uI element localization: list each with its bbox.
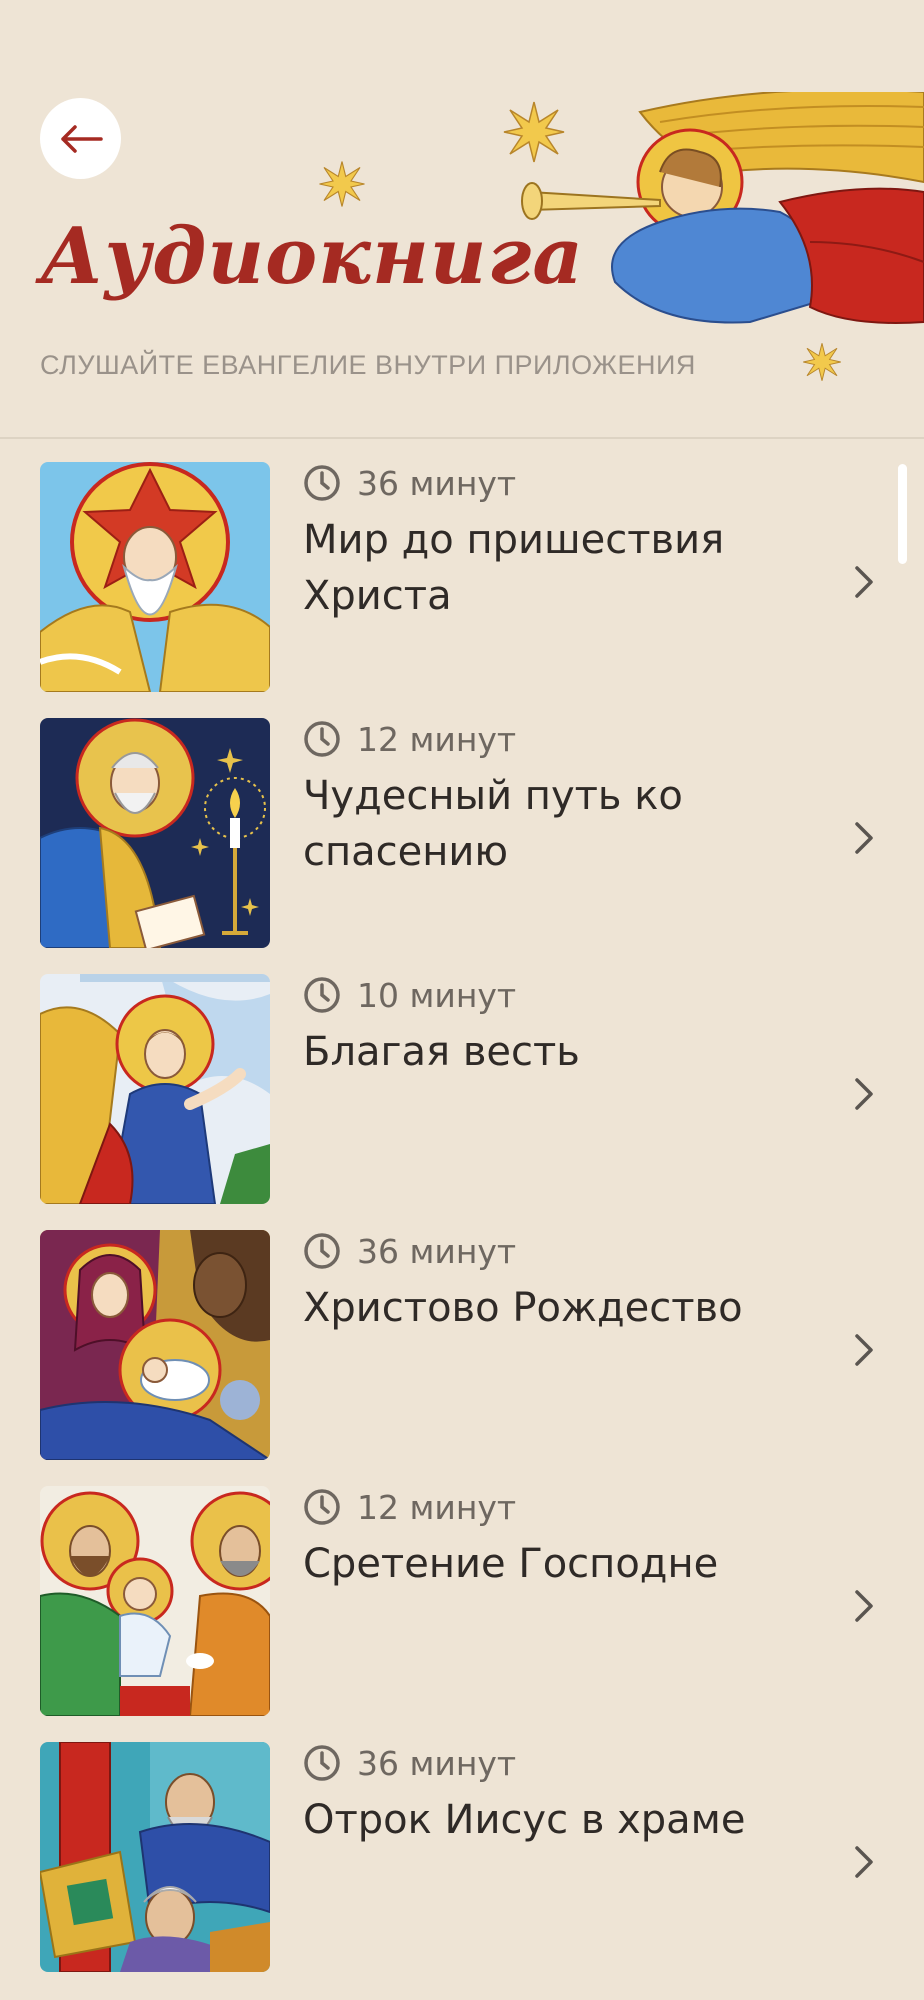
duration: 12 минут: [303, 718, 516, 760]
list-item[interactable]: 36 минут Христово Рождество: [0, 1230, 924, 1462]
page-subtitle: СЛУШАЙТЕ ЕВАНГЕЛИЕ ВНУТРИ ПРИЛОЖЕНИЯ: [40, 350, 696, 380]
nativity-illustration: [40, 1230, 270, 1460]
duration-text: 10 минут: [357, 975, 517, 1015]
clock-icon: [304, 465, 340, 501]
chevron-right-icon: [855, 1590, 873, 1622]
duration-text: 36 минут: [357, 1743, 517, 1783]
back-button[interactable]: [40, 98, 121, 179]
duration-text: 12 минут: [357, 1487, 517, 1527]
evangelist-writing-illustration: [40, 718, 270, 948]
header-divider: [0, 437, 924, 439]
item-title: Благая весть: [303, 1029, 580, 1075]
arrow-left-icon: [60, 124, 103, 153]
star-icon: [803, 343, 841, 381]
chevron-right-icon: [855, 822, 873, 854]
item-title: Христово Рождество: [303, 1285, 743, 1331]
list-item[interactable]: 36 минут Отрок Иисус в храме: [0, 1742, 924, 1974]
duration: 36 минут: [303, 1230, 516, 1272]
chevron-right-icon: [855, 1078, 873, 1110]
list-item[interactable]: 10 минут Благая весть: [0, 974, 924, 1206]
duration-text: 36 минут: [357, 1231, 517, 1271]
list-item[interactable]: 12 минут Чудесный путь ко спасению: [0, 718, 924, 950]
duration: 36 минут: [303, 462, 516, 504]
clock-icon: [304, 1745, 340, 1781]
clock-icon: [304, 1233, 340, 1269]
chevron-right-icon: [855, 566, 873, 598]
clock-icon: [304, 721, 340, 757]
item-title: Мир до пришествия Христа: [303, 517, 725, 619]
chevron-right-icon: [855, 1334, 873, 1366]
item-title: Чудесный путь ко спасению: [303, 773, 683, 875]
duration-text: 36 минут: [357, 463, 517, 503]
clock-icon: [304, 1489, 340, 1525]
duration: 36 минут: [303, 1742, 516, 1784]
young-jesus-temple-illustration: [40, 1742, 270, 1972]
duration: 10 минут: [303, 974, 516, 1016]
duration-text: 12 минут: [357, 719, 517, 759]
list-item[interactable]: 12 минут Сретение Господне: [0, 1486, 924, 1718]
clock-icon: [304, 977, 340, 1013]
page-title: Аудиокнига: [40, 211, 584, 302]
duration: 12 минут: [303, 1486, 516, 1528]
annunciation-angel-illustration: [40, 974, 270, 1204]
scrollbar[interactable]: [898, 464, 907, 564]
prophet-icon-illustration: [40, 462, 270, 692]
chevron-right-icon: [855, 1846, 873, 1878]
list-item[interactable]: 36 минут Мир до пришествия Христа: [0, 462, 924, 694]
star-icon: [319, 161, 365, 207]
presentation-illustration: [40, 1486, 270, 1716]
item-title: Отрок Иисус в храме: [303, 1797, 746, 1843]
item-title: Сретение Господне: [303, 1541, 719, 1587]
header: Аудиокнига СЛУШАЙТЕ ЕВАНГЕЛИЕ ВНУТРИ ПРИ…: [0, 0, 924, 438]
